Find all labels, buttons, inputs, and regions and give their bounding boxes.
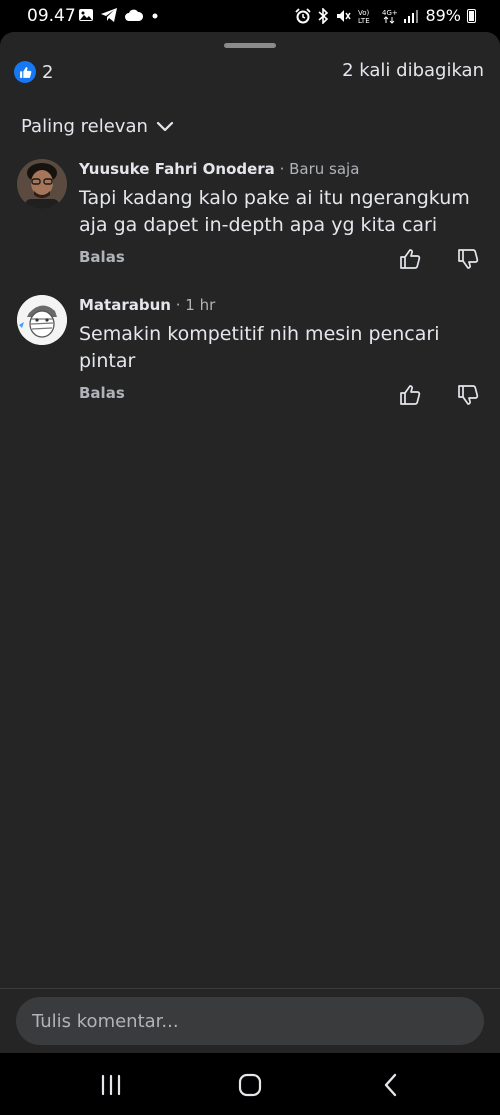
thumbs-down-icon[interactable] (456, 383, 480, 407)
comment-header: Matarabun · 1 hr (79, 296, 215, 314)
bluetooth-icon (318, 7, 329, 24)
navigation-bar (0, 1053, 500, 1115)
comment-time: · Baru saja (274, 160, 360, 178)
sort-dropdown[interactable]: Paling relevan (21, 116, 174, 137)
comment-time: · 1 hr (170, 296, 216, 314)
like-reaction-icon (14, 61, 36, 83)
comment-item: Matarabun · 1 hr Semakin kompetitif nih … (0, 292, 500, 412)
thumbs-down-icon[interactable] (456, 247, 480, 271)
recent-apps-icon[interactable] (98, 1072, 124, 1098)
avatar[interactable] (17, 295, 67, 345)
comment-header: Yuusuke Fahri Onodera · Baru saja (79, 160, 359, 178)
comment-text: Semakin kompetitif nih mesin pencari pin… (79, 323, 440, 372)
svg-text:LTE: LTE (358, 17, 370, 24)
4g-icon: 4G+ (382, 9, 397, 24)
thumbs-up-icon[interactable] (398, 247, 422, 271)
status-system-icons: Vo) LTE 4G+ 89% (295, 6, 476, 25)
gallery-icon (79, 9, 93, 21)
svg-text:Vo): Vo) (358, 9, 370, 17)
cloud-icon (125, 9, 144, 21)
volte-icon: Vo)LTE (358, 9, 370, 24)
status-bar: 09.47 Vo) LTE 4G+ 89% (0, 0, 500, 32)
comment-item: Yuusuke Fahri Onodera · Baru saja Tapi k… (0, 156, 500, 276)
alarm-icon (295, 7, 312, 23)
sort-label: Paling relevan (21, 116, 148, 137)
comment-composer (0, 988, 500, 1053)
battery-percent: 89% (425, 6, 461, 25)
telegram-icon (101, 8, 117, 22)
reaction-summary[interactable]: 2 (14, 60, 53, 84)
dot-icon (152, 13, 158, 19)
comment-author[interactable]: Matarabun (79, 296, 171, 314)
reply-button[interactable]: Balas (79, 384, 125, 402)
drag-handle[interactable] (224, 43, 276, 48)
avatar[interactable] (17, 159, 67, 209)
mute-icon (337, 9, 352, 22)
chevron-down-icon (156, 121, 173, 131)
comment-input[interactable] (16, 997, 484, 1045)
thumbs-up-icon[interactable] (398, 383, 422, 407)
reaction-count: 2 (42, 61, 54, 83)
svg-text:4G+: 4G+ (382, 9, 397, 17)
share-count[interactable]: 2 kali dibagikan (342, 60, 484, 81)
reply-button[interactable]: Balas (79, 248, 125, 266)
status-time: 09.47 (27, 6, 76, 26)
home-icon[interactable] (237, 1072, 263, 1098)
comment-author[interactable]: Yuusuke Fahri Onodera (79, 160, 275, 178)
signal-icon (404, 9, 419, 23)
comment-text: Tapi kadang kalo pake ai itu ngerangkum … (79, 187, 470, 236)
battery-icon (467, 8, 476, 23)
status-notification-icons (78, 7, 160, 23)
comments-sheet: 2 2 kali dibagikan Paling relevan Yuusuk… (0, 32, 500, 1053)
back-icon[interactable] (378, 1072, 404, 1098)
